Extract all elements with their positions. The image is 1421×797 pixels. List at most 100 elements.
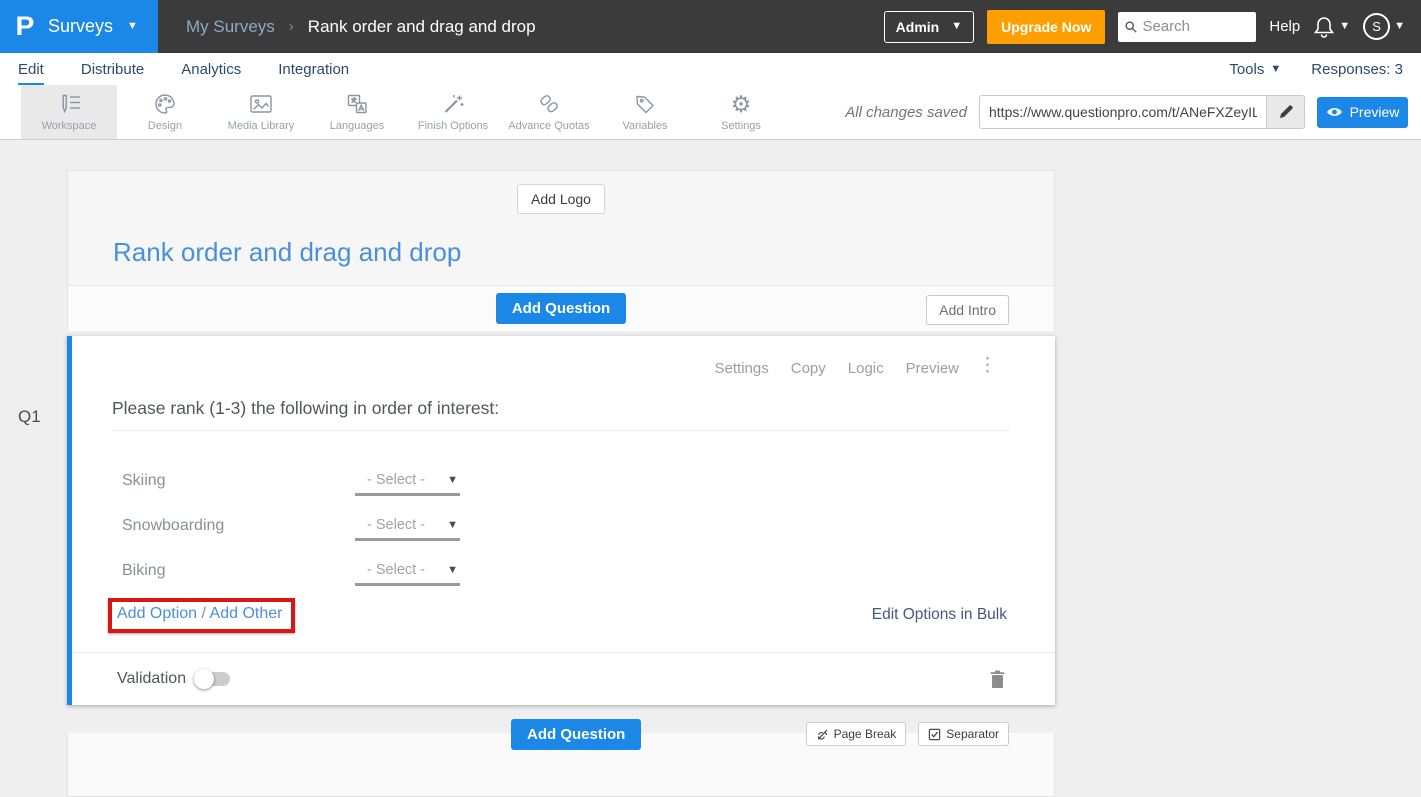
question-footer: Validation [72, 652, 1055, 705]
chevron-down-icon: ▼ [127, 21, 138, 32]
select-placeholder: - Select - [367, 472, 425, 488]
add-other-link[interactable]: Add Other [210, 605, 283, 622]
account-menu[interactable]: S ▼ [1363, 13, 1405, 40]
gear-icon: ⚙ [731, 92, 752, 116]
question-copy-link[interactable]: Copy [791, 360, 826, 377]
pencil-icon [1278, 104, 1294, 120]
tab-edit[interactable]: Edit [18, 53, 44, 85]
questionpro-logo-icon: P [16, 11, 35, 42]
survey-header-card: Add Logo Rank order and drag and drop Ad… [67, 170, 1055, 331]
question-actions: Settings Copy Logic Preview [715, 360, 959, 377]
toolbar-label: Settings [721, 120, 761, 132]
link-icon [537, 92, 561, 116]
breadcrumb-my-surveys[interactable]: My Surveys [186, 17, 275, 37]
chevron-down-icon: ▼ [951, 21, 962, 32]
tab-distribute[interactable]: Distribute [81, 53, 144, 85]
toolbar-item-workspace[interactable]: Workspace [21, 85, 117, 139]
add-question-button-bottom[interactable]: Add Question [511, 719, 641, 750]
toolbar-label: Design [148, 120, 182, 132]
toolbar-item-languages[interactable]: Languages [309, 85, 405, 139]
toolbar-label: Languages [330, 120, 384, 132]
survey-nav: Edit Distribute Analytics Integration To… [0, 53, 1421, 85]
tab-analytics[interactable]: Analytics [181, 53, 241, 85]
question-text[interactable]: Please rank (1-3) the following in order… [112, 398, 1010, 431]
option-add-links: Add Option / Add Other [117, 605, 282, 623]
add-logo-button[interactable]: Add Logo [517, 184, 605, 214]
question-preview-link[interactable]: Preview [906, 360, 959, 377]
translate-icon [345, 92, 369, 116]
toolbar-label: Finish Options [418, 120, 488, 132]
toolbar-item-design[interactable]: Design [117, 85, 213, 139]
option-label[interactable]: Snowboarding [122, 517, 355, 535]
chevron-down-icon: ▼ [447, 564, 458, 576]
rank-select-dropdown[interactable]: - Select - ▼ [355, 562, 460, 586]
workspace-canvas: Add Logo Rank order and drag and drop Ad… [0, 140, 1421, 797]
question-more-menu-icon[interactable]: ⋮ [978, 356, 997, 377]
question-logic-link[interactable]: Logic [848, 360, 884, 377]
search-box[interactable] [1118, 12, 1256, 42]
toolbar-item-media-library[interactable]: Media Library [213, 85, 309, 139]
tools-dropdown[interactable]: Tools ▼ [1229, 61, 1281, 78]
upgrade-now-button[interactable]: Upgrade Now [987, 10, 1105, 44]
preview-label: Preview [1350, 104, 1400, 120]
rank-select-dropdown[interactable]: - Select - ▼ [355, 472, 460, 496]
delete-question-button[interactable] [990, 670, 1005, 689]
page-break-button[interactable]: Page Break [806, 722, 907, 746]
tools-label: Tools [1229, 61, 1264, 78]
tab-integration[interactable]: Integration [278, 53, 349, 85]
toolbar-item-settings[interactable]: ⚙ Settings [693, 85, 789, 139]
edit-url-button[interactable] [1266, 96, 1304, 128]
admin-dropdown[interactable]: Admin ▼ [884, 11, 974, 43]
separator-button[interactable]: Separator [918, 722, 1009, 746]
edit-options-in-bulk-link[interactable]: Edit Options in Bulk [872, 606, 1007, 624]
page-break-label: Page Break [834, 727, 897, 741]
notifications-menu[interactable]: ▼ [1313, 15, 1350, 39]
tag-icon [633, 92, 657, 116]
help-link[interactable]: Help [1269, 18, 1300, 35]
survey-url-box [979, 95, 1305, 129]
toolbar-item-advance-quotas[interactable]: Advance Quotas [501, 85, 597, 139]
add-question-strip: Add Question Add Intro [68, 285, 1054, 331]
chevron-down-icon: ▼ [447, 474, 458, 486]
trash-icon [990, 670, 1005, 689]
toolbar-item-finish-options[interactable]: Finish Options [405, 85, 501, 139]
toolbar-item-variables[interactable]: Variables [597, 85, 693, 139]
preview-button[interactable]: Preview [1317, 97, 1408, 128]
add-question-button[interactable]: Add Question [496, 293, 626, 324]
page-break-icon [816, 728, 829, 741]
app-header: P Surveys ▼ My Surveys › Rank order and … [0, 0, 1421, 53]
toolbar-label: Workspace [42, 120, 97, 132]
surveys-menu[interactable]: P Surveys ▼ [0, 0, 158, 53]
responses-count[interactable]: Responses: 3 [1311, 61, 1403, 78]
save-status: All changes saved [845, 104, 967, 121]
magic-wand-icon [441, 92, 465, 116]
option-label[interactable]: Biking [122, 562, 355, 580]
product-name: Surveys [48, 16, 113, 37]
links-separator: / [202, 605, 206, 622]
option-row: Biking - Select - ▼ [122, 562, 460, 586]
chevron-down-icon: ▼ [1270, 64, 1281, 75]
toolbar-label: Advance Quotas [508, 120, 589, 132]
survey-title[interactable]: Rank order and drag and drop [113, 237, 461, 268]
select-placeholder: - Select - [367, 562, 425, 578]
toolbar-label: Media Library [228, 120, 295, 132]
validation-label: Validation [117, 670, 186, 688]
survey-logo-section: Add Logo Rank order and drag and drop [68, 171, 1054, 285]
survey-url-input[interactable] [980, 96, 1266, 128]
add-option-link[interactable]: Add Option [117, 605, 197, 622]
question-settings-link[interactable]: Settings [715, 360, 769, 377]
breadcrumb: My Surveys › Rank order and drag and dro… [186, 17, 536, 37]
option-label[interactable]: Skiing [122, 472, 355, 490]
question-card: Settings Copy Logic Preview ⋮ Please ran… [67, 336, 1055, 705]
add-intro-button[interactable]: Add Intro [926, 295, 1009, 325]
avatar: S [1363, 13, 1390, 40]
option-row: Snowboarding - Select - ▼ [122, 517, 460, 541]
separator-checkbox-icon [928, 728, 941, 741]
question-number-label: Q1 [18, 407, 41, 427]
search-input[interactable] [1142, 18, 1249, 35]
select-placeholder: - Select - [367, 517, 425, 533]
bell-icon [1313, 15, 1335, 39]
eye-icon [1326, 106, 1343, 118]
validation-toggle[interactable] [196, 672, 230, 686]
rank-select-dropdown[interactable]: - Select - ▼ [355, 517, 460, 541]
